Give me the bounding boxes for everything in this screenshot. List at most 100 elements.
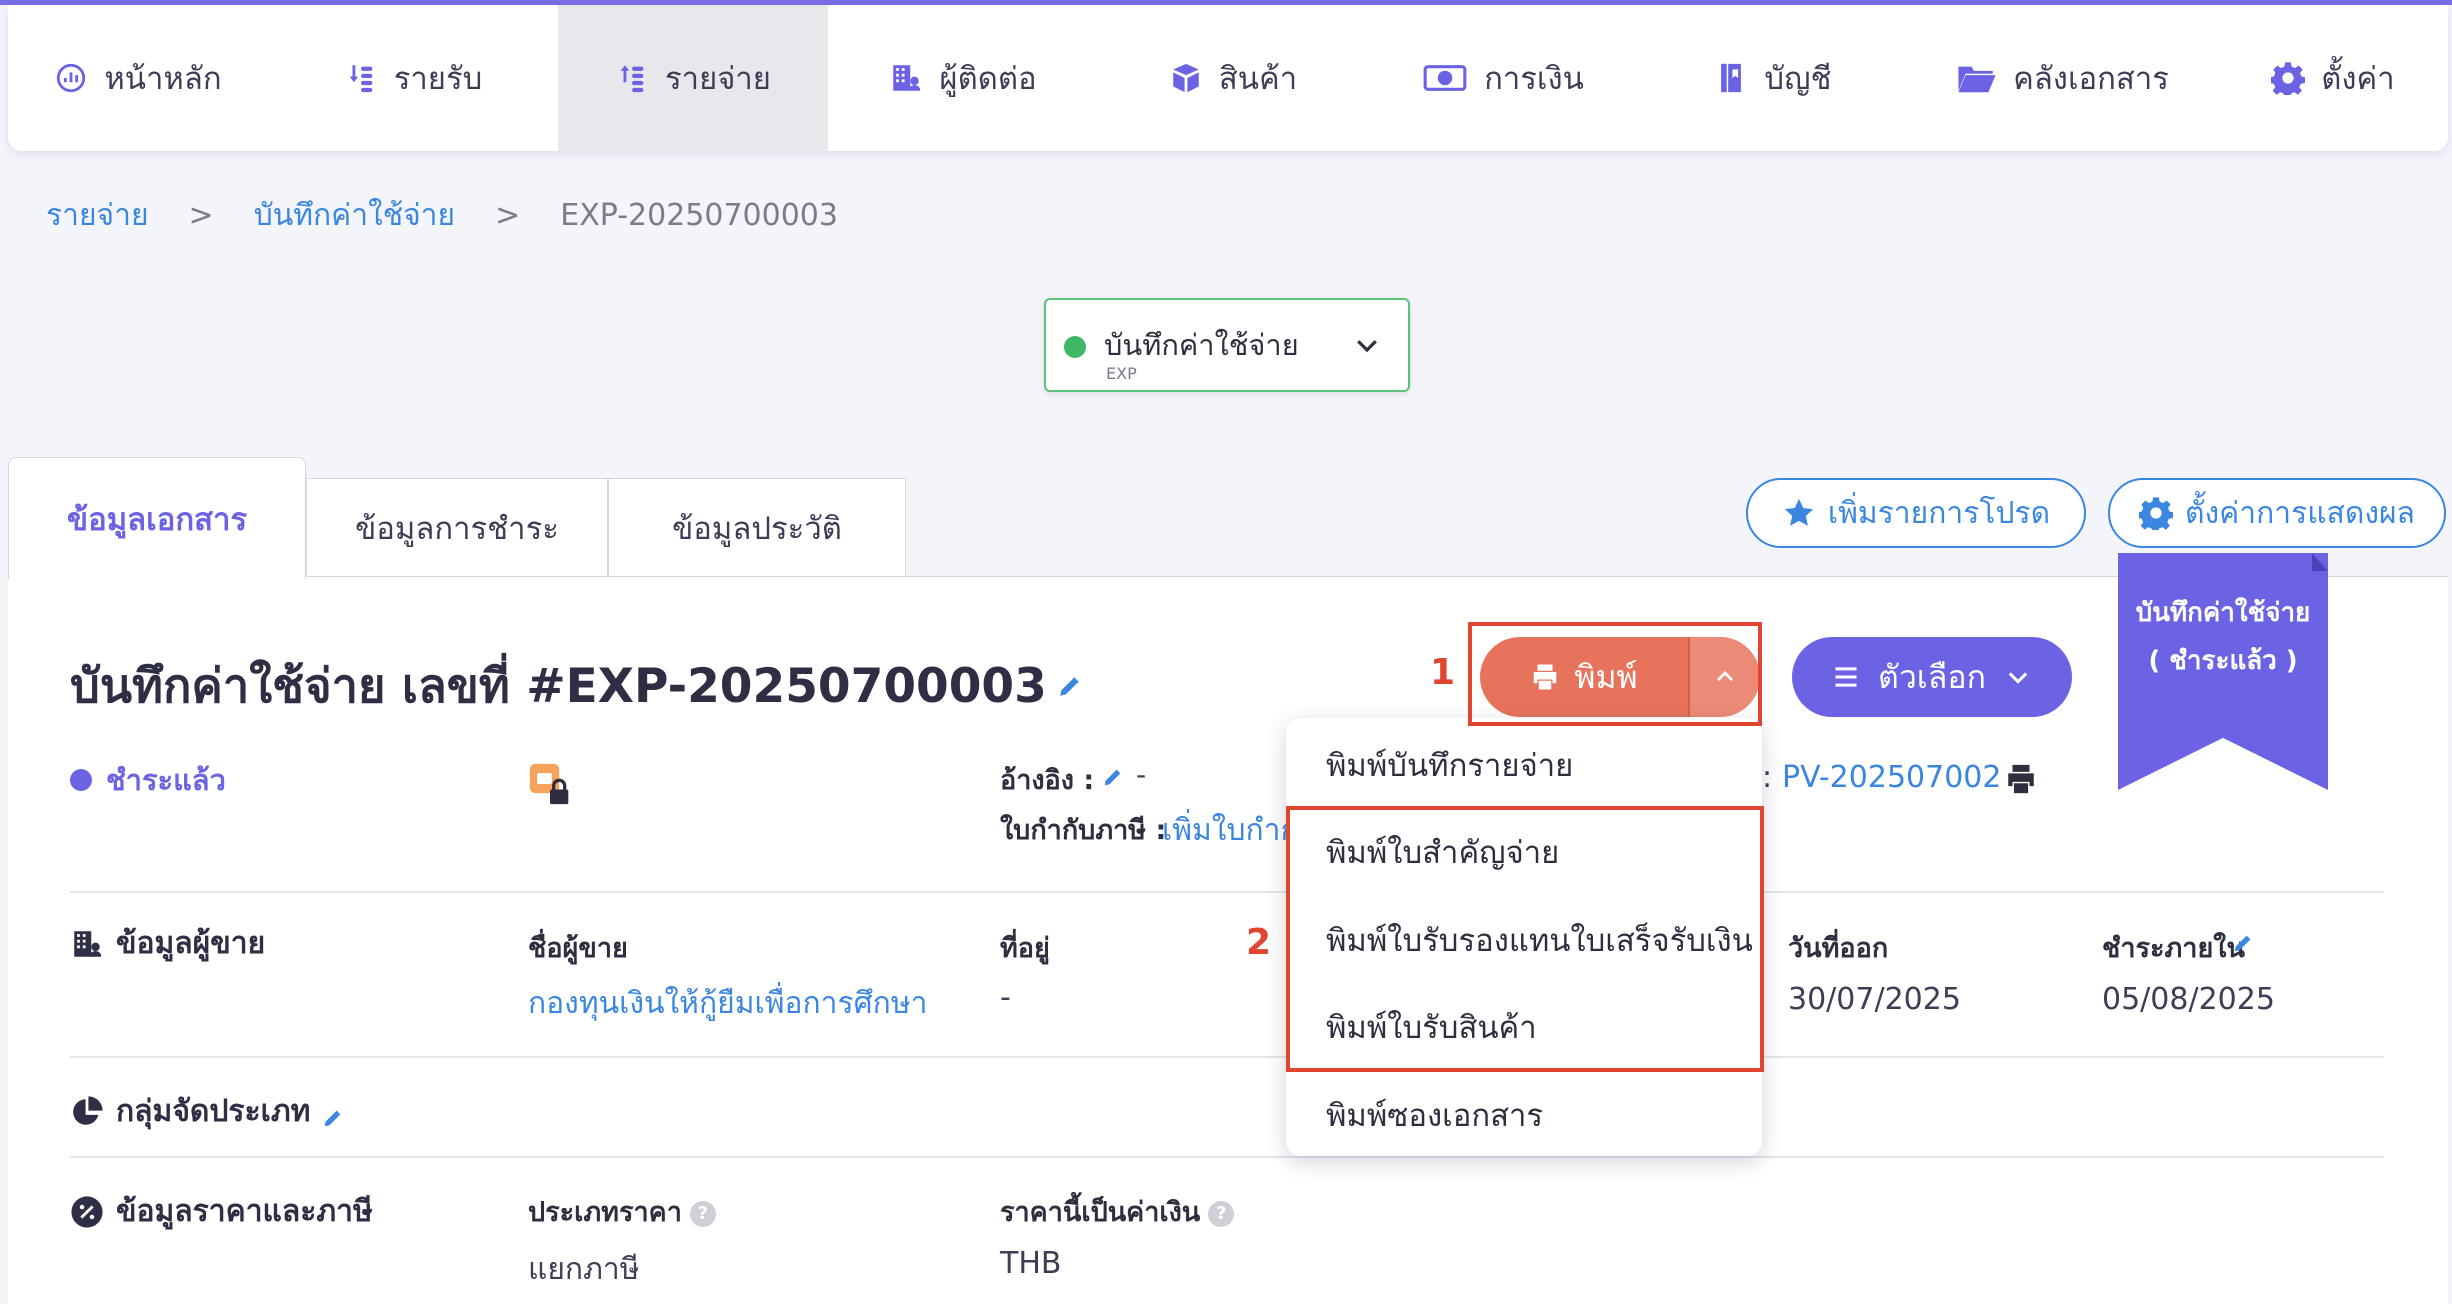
help-icon[interactable]: ? bbox=[689, 1200, 716, 1227]
issue-date-label: วันที่ออก bbox=[1788, 933, 1889, 964]
chevron-down-icon bbox=[1357, 340, 1377, 353]
price-type-value: แยกภาษี bbox=[528, 1252, 640, 1287]
nav-item-income[interactable]: รายรับ bbox=[268, 5, 558, 151]
add-favorite-button[interactable]: เพิ่มรายการโปรด bbox=[1746, 478, 2086, 548]
reference-label: อ้างอิง : bbox=[1000, 765, 1095, 796]
payment-status: ชำระแล้ว bbox=[70, 757, 226, 803]
pricing-section-title: ข้อมูลราคาและภาษี bbox=[70, 1188, 373, 1235]
money-icon bbox=[1422, 61, 1468, 95]
box-icon bbox=[1169, 61, 1203, 95]
help-icon[interactable]: ? bbox=[1208, 1200, 1235, 1227]
print-menu-item-payment-voucher[interactable]: พิมพ์ใบสำคัญจ่าย bbox=[1326, 827, 1559, 877]
contacts-icon bbox=[74, 930, 102, 957]
button-label: พิมพ์ bbox=[1574, 657, 1638, 696]
divider bbox=[70, 891, 2384, 893]
payment-voucher-link[interactable]: PV-202507002 bbox=[1782, 760, 2001, 795]
chevron-up-icon bbox=[1717, 671, 1733, 681]
payment-status-label: ชำระแล้ว bbox=[106, 763, 226, 797]
nav-label: คลังเอกสาร bbox=[2013, 61, 2169, 97]
button-label: ตัวเลือก bbox=[1878, 657, 1986, 696]
tab-label: ข้อมูลการชำระ bbox=[355, 510, 559, 547]
pie-chart-icon bbox=[73, 1095, 103, 1125]
breadcrumb-expense-record-link[interactable]: บันทึกค่าใช้จ่าย bbox=[254, 192, 455, 239]
currency-label: ราคานี้เป็นค่าเงิน? bbox=[1000, 1190, 1235, 1233]
nav-item-settings[interactable]: ตั้งค่า bbox=[2218, 5, 2448, 151]
display-settings-button[interactable]: ตั้งค่าการแสดงผล bbox=[2108, 478, 2446, 548]
print-menu-item-envelope[interactable]: พิมพ์ซองเอกสาร bbox=[1326, 1090, 1543, 1140]
tab-history-info[interactable]: ข้อมูลประวัติ bbox=[608, 478, 906, 576]
income-icon bbox=[344, 61, 378, 95]
printer-icon[interactable] bbox=[2004, 762, 2038, 796]
annotation-step2: 2 bbox=[1246, 922, 1272, 963]
percent-badge-icon bbox=[71, 1195, 103, 1228]
main-navigation: หน้าหลัก รายรับ รายจ่าย ผู้ติดต่อ สินค้า… bbox=[8, 5, 2448, 151]
breadcrumb-separator: > bbox=[188, 198, 214, 233]
chevron-down-icon bbox=[2008, 672, 2028, 684]
edit-reference-icon[interactable] bbox=[1102, 766, 1124, 788]
tax-invoice-label: ใบกำกับภาษี : bbox=[1000, 815, 1167, 846]
nav-label: การเงิน bbox=[1484, 61, 1584, 97]
divider bbox=[70, 1156, 2384, 1158]
tab-label: ข้อมูลเอกสาร bbox=[66, 501, 248, 538]
print-menu-item-goods-receipt[interactable]: พิมพ์ใบรับสินค้า bbox=[1326, 1002, 1537, 1052]
tab-payment-info[interactable]: ข้อมูลการชำระ bbox=[306, 478, 608, 576]
dashboard-icon bbox=[54, 61, 88, 95]
nav-item-accounting[interactable]: บัญชี bbox=[1638, 5, 1908, 151]
breadcrumb: รายจ่าย > บันทึกค่าใช้จ่าย > EXP-2025070… bbox=[46, 192, 838, 239]
document-type-title: บันทึกค่าใช้จ่าย bbox=[1104, 328, 1299, 362]
nav-item-expense[interactable]: รายจ่าย bbox=[558, 5, 828, 151]
nav-label: สินค้า bbox=[1218, 61, 1298, 97]
print-main-action[interactable]: พิมพ์ bbox=[1480, 637, 1688, 717]
status-dot bbox=[70, 769, 92, 791]
book-icon bbox=[1714, 61, 1748, 95]
due-date-label: ชำระภายใน bbox=[2102, 933, 2245, 964]
gear-icon bbox=[2139, 497, 2174, 530]
tab-label: ข้อมูลประวัติ bbox=[672, 510, 842, 547]
menu-icon bbox=[1835, 667, 1857, 687]
nav-item-home[interactable]: หน้าหลัก bbox=[8, 5, 268, 151]
print-button[interactable]: พิมพ์ bbox=[1480, 637, 1760, 717]
print-menu: พิมพ์บันทึกรายจ่าย พิมพ์ใบสำคัญจ่าย พิมพ… bbox=[1286, 718, 1762, 1156]
reference-value: - bbox=[1136, 758, 1147, 791]
breadcrumb-separator: > bbox=[495, 198, 521, 233]
locked-document-icon bbox=[529, 763, 569, 805]
nav-label: รายรับ bbox=[393, 61, 483, 97]
tab-document-info[interactable]: ข้อมูลเอกสาร bbox=[8, 457, 306, 579]
due-date-value: 05/08/2025 bbox=[2102, 982, 2275, 1017]
edit-category-icon[interactable] bbox=[322, 1101, 344, 1126]
annotation-step1: 1 bbox=[1430, 652, 1456, 693]
price-type-label: ประเภทราคา? bbox=[528, 1190, 716, 1233]
issue-date-value: 30/07/2025 bbox=[1788, 982, 1961, 1017]
edit-due-date-icon[interactable] bbox=[2232, 932, 2254, 954]
nav-label: รายจ่าย bbox=[665, 61, 771, 97]
category-section-title: กลุ่มจัดประเภท bbox=[70, 1088, 344, 1135]
vendor-section-title: ข้อมูลผู้ขาย bbox=[70, 920, 265, 967]
contacts-icon bbox=[889, 61, 923, 95]
print-menu-item-receipt-substitute[interactable]: พิมพ์ใบรับรองแทนใบเสร็จรับเงิน bbox=[1326, 915, 1753, 965]
document-title-text: บันทึกค่าใช้จ่าย เลขที่ #EXP-20250700003 bbox=[70, 659, 1047, 714]
print-menu-item-expense-record[interactable]: พิมพ์บันทึกรายจ่าย bbox=[1326, 740, 1573, 790]
expense-icon bbox=[615, 61, 649, 95]
vendor-name-label: ชื่อผู้ขาย bbox=[528, 933, 628, 964]
nav-item-contacts[interactable]: ผู้ติดต่อ bbox=[828, 5, 1098, 151]
nav-item-finance[interactable]: การเงิน bbox=[1368, 5, 1638, 151]
document-type-dropdown[interactable]: บันทึกค่าใช้จ่าย EXP bbox=[1044, 298, 1410, 392]
button-label: ตั้งค่าการแสดงผล bbox=[2185, 495, 2415, 531]
breadcrumb-current: EXP-20250700003 bbox=[560, 198, 838, 233]
address-value: - bbox=[1000, 980, 1011, 1015]
breadcrumb-expense-link[interactable]: รายจ่าย bbox=[46, 192, 149, 239]
add-tax-invoice-link[interactable]: เพิ่มใบกำกั bbox=[1162, 807, 1299, 854]
ribbon-line2: ( ชำระแล้ว ) bbox=[2148, 646, 2298, 676]
button-label: เพิ่มรายการโปรด bbox=[1827, 495, 2051, 531]
pv-label: : bbox=[1762, 760, 1773, 795]
vendor-name-link[interactable]: กองทุนเงินให้กู้ยืมเพื่อการศึกษา bbox=[528, 980, 927, 1027]
nav-item-products[interactable]: สินค้า bbox=[1098, 5, 1368, 151]
folder-icon bbox=[1957, 61, 1997, 95]
options-button[interactable]: ตัวเลือก bbox=[1792, 637, 2072, 717]
edit-pencil-icon[interactable] bbox=[1057, 673, 1083, 699]
document-type-code: EXP bbox=[1106, 364, 1137, 383]
nav-item-documents[interactable]: คลังเอกสาร bbox=[1908, 5, 2218, 151]
currency-value: THB bbox=[1000, 1246, 1062, 1281]
nav-label: บัญชี bbox=[1764, 61, 1832, 97]
ribbon-line1: บันทึกค่าใช้จ่าย bbox=[2135, 598, 2311, 628]
